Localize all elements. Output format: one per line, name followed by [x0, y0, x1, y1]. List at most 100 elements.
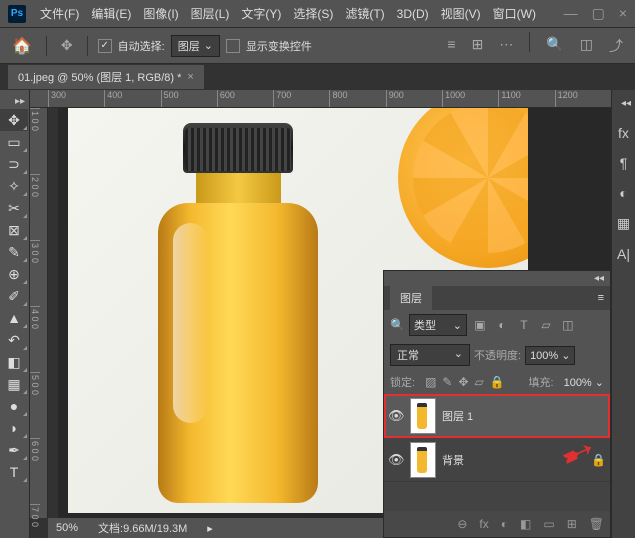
- dodge-tool[interactable]: ◗: [0, 417, 28, 439]
- menu-filter[interactable]: 滤镜(T): [339, 1, 390, 26]
- lock-pixels-icon[interactable]: ▨: [425, 375, 436, 389]
- align-icon[interactable]: ≡: [443, 32, 459, 60]
- status-arrow-icon[interactable]: ▸: [207, 522, 213, 535]
- filter-adjust-icon[interactable]: ◐: [493, 318, 511, 332]
- orange-slice: [398, 108, 528, 268]
- eyedropper-tool[interactable]: ✎: [0, 241, 28, 263]
- document-size: 文档:9.66M/19.3M: [98, 520, 187, 536]
- layer-row[interactable]: 👁 背景 🔒: [384, 438, 610, 482]
- fill-value[interactable]: 100% ⌄: [564, 376, 604, 389]
- ruler-horizontal: 300400500600700800900100011001200: [30, 90, 611, 108]
- blur-tool[interactable]: ●: [0, 395, 28, 417]
- window-maximize[interactable]: ▢: [592, 5, 605, 22]
- lock-paint-icon[interactable]: ✎: [442, 375, 452, 389]
- lock-all-icon[interactable]: 🔒: [490, 375, 505, 389]
- magic-wand-tool[interactable]: ✧: [0, 175, 28, 197]
- move-tool-icon[interactable]: ✥: [57, 33, 77, 58]
- layers-panel: ◂◂ 图层 ≡ 🔍 类型⌄ ▣ ◐ T ▱ ◫ 正常⌄ 不透明度: 100% ⌄…: [383, 270, 611, 538]
- lasso-tool[interactable]: ⊃: [0, 153, 28, 175]
- layer-thumbnail[interactable]: [410, 442, 436, 478]
- show-transform-checkbox[interactable]: [226, 39, 240, 53]
- menu-view[interactable]: 视图(V): [435, 1, 487, 26]
- layer-mask-icon[interactable]: ◐: [501, 517, 508, 531]
- juice-bottle: [158, 123, 318, 503]
- layer-name[interactable]: 图层 1: [442, 408, 606, 424]
- options-bar: 🏠 ✥ ✓ 自动选择: 图层⌄ 显示变换控件 ≡ ⊞ ⋯ 🔍 ◫ ⤴: [0, 28, 635, 64]
- share-icon[interactable]: ⤴: [605, 32, 627, 60]
- toolbar-collapse[interactable]: ▸▸: [11, 94, 29, 109]
- eraser-tool[interactable]: ◧: [0, 351, 28, 373]
- layer-name[interactable]: 背景: [442, 452, 585, 468]
- healing-tool[interactable]: ⊕: [0, 263, 28, 285]
- filter-shape-icon[interactable]: ▱: [537, 318, 555, 332]
- menu-select[interactable]: 选择(S): [287, 1, 339, 26]
- group-icon[interactable]: ▭: [543, 517, 554, 531]
- gradient-tool[interactable]: ▦: [0, 373, 28, 395]
- tab-close-icon[interactable]: ×: [187, 71, 193, 83]
- lock-position-icon[interactable]: ✥: [458, 375, 468, 389]
- distribute-icon[interactable]: ⊞: [468, 32, 488, 60]
- app-logo: Ps: [8, 5, 26, 23]
- move-tool[interactable]: ✥: [0, 109, 28, 131]
- zoom-level[interactable]: 50%: [56, 522, 78, 534]
- window-close[interactable]: ×: [619, 5, 627, 22]
- paragraph-icon[interactable]: ¶: [620, 155, 628, 171]
- menu-3d[interactable]: 3D(D): [391, 3, 435, 25]
- home-icon[interactable]: 🏠: [8, 32, 36, 60]
- panel-collapse[interactable]: ◂◂: [617, 96, 635, 111]
- ruler-vertical: 1 0 02 0 03 0 04 0 05 0 06 0 07 0 0: [30, 108, 48, 518]
- workspace-icon[interactable]: ◫: [576, 32, 597, 60]
- menu-image[interactable]: 图像(I): [137, 1, 184, 26]
- layer-thumbnail[interactable]: [410, 398, 436, 434]
- panel-menu-icon[interactable]: ≡: [598, 292, 604, 304]
- menu-file[interactable]: 文件(F): [34, 1, 85, 26]
- pen-tool[interactable]: ✒: [0, 439, 28, 461]
- filter-type-dropdown[interactable]: 类型⌄: [409, 314, 467, 336]
- blend-mode-dropdown[interactable]: 正常⌄: [390, 344, 470, 366]
- filter-type-icon[interactable]: T: [515, 318, 533, 332]
- layer-fx-icon[interactable]: fx: [479, 517, 488, 531]
- window-minimize[interactable]: —: [564, 5, 578, 22]
- menu-edit[interactable]: 编辑(E): [85, 1, 137, 26]
- lock-label: 锁定:: [390, 374, 415, 390]
- lock-artboard-icon[interactable]: ▱: [475, 375, 484, 389]
- visibility-toggle[interactable]: 👁: [388, 408, 404, 424]
- character-icon[interactable]: A|: [617, 246, 630, 262]
- marquee-tool[interactable]: ▭: [0, 131, 28, 153]
- frame-tool[interactable]: ⊠: [0, 219, 28, 241]
- 3d-mode-icon[interactable]: ⋯: [495, 32, 517, 60]
- menu-layer[interactable]: 图层(L): [185, 1, 236, 26]
- tools-panel: ▸▸ ✥ ▭ ⊃ ✧ ✂ ⊠ ✎ ⊕ ✐ ▲ ↶ ◧ ▦ ● ◗ ✒ T: [0, 90, 30, 538]
- menu-type[interactable]: 文字(Y): [235, 1, 287, 26]
- stamp-tool[interactable]: ▲: [0, 307, 28, 329]
- visibility-toggle[interactable]: 👁: [388, 452, 404, 468]
- lock-row: 锁定: ▨ ✎ ✥ ▱ 🔒 填充: 100% ⌄: [384, 370, 610, 394]
- history-brush-tool[interactable]: ↶: [0, 329, 28, 351]
- brush-tool[interactable]: ✐: [0, 285, 28, 307]
- auto-select-dropdown[interactable]: 图层⌄: [171, 35, 220, 57]
- show-transform-label: 显示变换控件: [246, 38, 312, 54]
- document-tab[interactable]: 01.jpeg @ 50% (图层 1, RGB/8) * ×: [8, 65, 204, 89]
- crop-tool[interactable]: ✂: [0, 197, 28, 219]
- type-tool[interactable]: T: [0, 461, 28, 483]
- properties-icon[interactable]: ▦: [617, 215, 630, 232]
- filter-pixel-icon[interactable]: ▣: [471, 318, 489, 332]
- filter-search-icon[interactable]: 🔍: [390, 318, 405, 332]
- blend-mode-row: 正常⌄ 不透明度: 100% ⌄: [384, 340, 610, 370]
- delete-layer-icon[interactable]: 🗑: [589, 517, 604, 531]
- panel-expand[interactable]: ◂◂: [384, 271, 610, 286]
- new-layer-icon[interactable]: ⊞: [567, 517, 577, 531]
- menu-window[interactable]: 窗口(W): [487, 1, 542, 26]
- adjustments-icon[interactable]: ◐: [619, 185, 627, 201]
- filter-smart-icon[interactable]: ◫: [559, 318, 577, 332]
- opacity-value[interactable]: 100% ⌄: [525, 346, 575, 365]
- search-icon[interactable]: 🔍: [542, 32, 567, 60]
- layer-row[interactable]: 👁 图层 1: [384, 394, 610, 438]
- adjustment-layer-icon[interactable]: ◧: [520, 517, 531, 531]
- fx-panel-icon[interactable]: fx: [618, 125, 629, 141]
- auto-select-checkbox[interactable]: ✓: [98, 39, 112, 53]
- link-layers-icon[interactable]: ⊖: [457, 517, 467, 531]
- auto-select-label: 自动选择:: [118, 38, 165, 54]
- document-tabs: 01.jpeg @ 50% (图层 1, RGB/8) * ×: [0, 64, 635, 90]
- layers-tab[interactable]: 图层: [390, 286, 432, 310]
